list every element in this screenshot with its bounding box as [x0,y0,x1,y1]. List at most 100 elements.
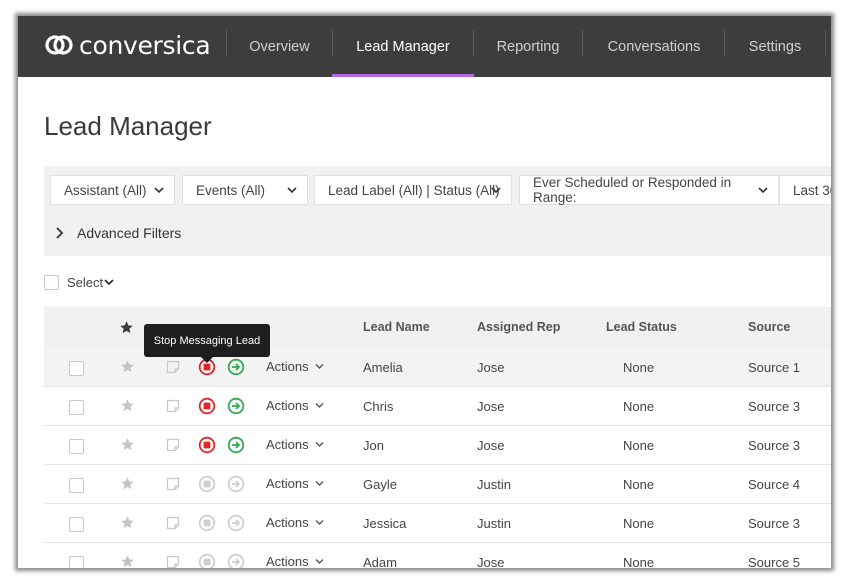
source-cell: Source 3 [748,438,801,453]
top-navigation: conversica Overview Lead Manager Reporti… [18,16,831,77]
nav-reporting[interactable]: Reporting [474,16,582,77]
chevron-down-icon [104,279,114,286]
resume-messaging-icon[interactable] [227,358,245,376]
lead-name-cell[interactable]: Jessica [363,516,406,531]
conversica-logo[interactable]: conversica [44,29,211,61]
star-icon[interactable] [120,398,135,413]
assistant-filter[interactable]: Assistant (All) [50,175,175,205]
stop-messaging-icon[interactable] [198,397,216,415]
actions-dropdown[interactable]: Actions [266,554,324,568]
star-icon[interactable] [120,515,135,530]
table-body: Actions Amelia Jose None Source 1 Action… [44,348,831,568]
lead-name-cell[interactable]: Chris [363,399,393,414]
actions-label: Actions [266,515,309,530]
resume-messaging-icon[interactable] [227,514,245,532]
chevron-down-icon [287,187,297,194]
select-dropdown[interactable]: Select [67,275,115,290]
assistant-filter-label: Assistant (All) [64,182,147,198]
nav-conversations[interactable]: Conversations [583,16,725,77]
table-row[interactable]: Actions Jessica Justin None Source 3 [44,504,831,543]
chevron-down-icon [315,442,324,447]
star-icon[interactable] [120,476,135,491]
lead-name-cell[interactable]: Jon [363,438,384,453]
source-cell: Source 5 [748,555,801,568]
resume-messaging-icon[interactable] [227,475,245,493]
table-row[interactable]: Actions Adam Jose None Source 5 [44,543,831,568]
events-filter-label: Events (All) [196,182,266,198]
stop-messaging-icon[interactable] [198,514,216,532]
stop-messaging-icon[interactable] [198,436,216,454]
stop-messaging-icon[interactable] [198,553,216,568]
lead-status-cell: None [623,516,655,531]
actions-dropdown[interactable]: Actions [266,398,324,413]
star-icon[interactable] [120,437,135,452]
advanced-filters-toggle[interactable]: Advanced Filters [54,221,181,245]
resume-messaging-icon[interactable] [227,436,245,454]
star-icon[interactable] [120,359,135,374]
logo-icon [45,35,73,55]
chevron-down-icon [491,187,501,194]
actions-label: Actions [266,359,309,374]
row-checkbox[interactable] [69,400,84,415]
stop-messaging-icon[interactable] [198,475,216,493]
note-icon[interactable] [166,399,180,413]
lead-label-status-filter-label: Lead Label (All) | Status (All) [328,182,500,198]
lead-name-cell[interactable]: Gayle [363,477,397,492]
select-all-checkbox[interactable] [44,274,59,290]
table-row[interactable]: Actions Chris Jose None Source 3 [44,387,831,426]
row-checkbox[interactable] [69,556,84,568]
nav-lead-manager[interactable]: Lead Manager [332,16,474,77]
header-lead-name[interactable]: Lead Name [363,320,430,334]
logo-text: conversica [79,30,211,60]
nav-divider [226,30,227,56]
filter-bar: Assistant (All) Events (All) Lead Label … [44,166,831,256]
note-icon[interactable] [166,555,180,568]
lead-name-cell[interactable]: Amelia [363,360,403,375]
select-label: Select [67,274,104,290]
resume-messaging-icon[interactable] [227,553,245,568]
row-checkbox[interactable] [69,478,84,493]
range-filter-label: Ever Scheduled or Responded in Range: [533,175,732,205]
actions-label: Actions [266,476,309,491]
actions-dropdown[interactable]: Actions [266,476,324,491]
advanced-filters-label: Advanced Filters [77,225,182,241]
chevron-down-icon [154,187,164,194]
lead-label-status-filter[interactable]: Lead Label (All) | Status (All) [314,175,512,205]
note-icon[interactable] [166,360,180,374]
events-filter[interactable]: Events (All) [182,175,308,205]
actions-dropdown[interactable]: Actions [266,359,324,374]
row-checkbox[interactable] [69,439,84,454]
nav-settings[interactable]: Settings [725,16,825,77]
lead-status-cell: None [623,399,655,414]
row-checkbox[interactable] [69,517,84,532]
assigned-rep-cell: Jose [477,360,505,375]
nav-divider [825,30,826,56]
row-checkbox[interactable] [69,361,84,376]
assigned-rep-cell: Jose [477,555,505,568]
note-icon[interactable] [166,516,180,530]
note-icon[interactable] [166,477,180,491]
period-filter-label: Last 30 [793,182,831,198]
chevron-down-icon [315,481,324,486]
nav-overview[interactable]: Overview [228,16,331,77]
header-lead-status[interactable]: Lead Status [606,320,677,334]
header-source[interactable]: Source [748,320,790,334]
range-filter[interactable]: Ever Scheduled or Responded in Range: [519,175,779,205]
chevron-down-icon [315,403,324,408]
star-icon[interactable] [120,554,135,568]
resume-messaging-icon[interactable] [227,397,245,415]
source-cell: Source 3 [748,399,801,414]
table-row[interactable]: Actions Jon Jose None Source 3 [44,426,831,465]
table-row[interactable]: Actions Gayle Justin None Source 4 [44,465,831,504]
header-assigned-rep[interactable]: Assigned Rep [477,320,560,334]
actions-dropdown[interactable]: Actions [266,437,324,452]
source-cell: Source 1 [748,360,801,375]
assigned-rep-cell: Justin [477,477,511,492]
note-icon[interactable] [166,438,180,452]
actions-dropdown[interactable]: Actions [266,515,324,530]
period-filter[interactable]: Last 30 [779,175,831,205]
star-icon[interactable] [119,320,134,335]
app-window: conversica Overview Lead Manager Reporti… [18,16,831,568]
lead-name-cell[interactable]: Adam [363,555,397,568]
lead-status-cell: None [623,360,655,375]
